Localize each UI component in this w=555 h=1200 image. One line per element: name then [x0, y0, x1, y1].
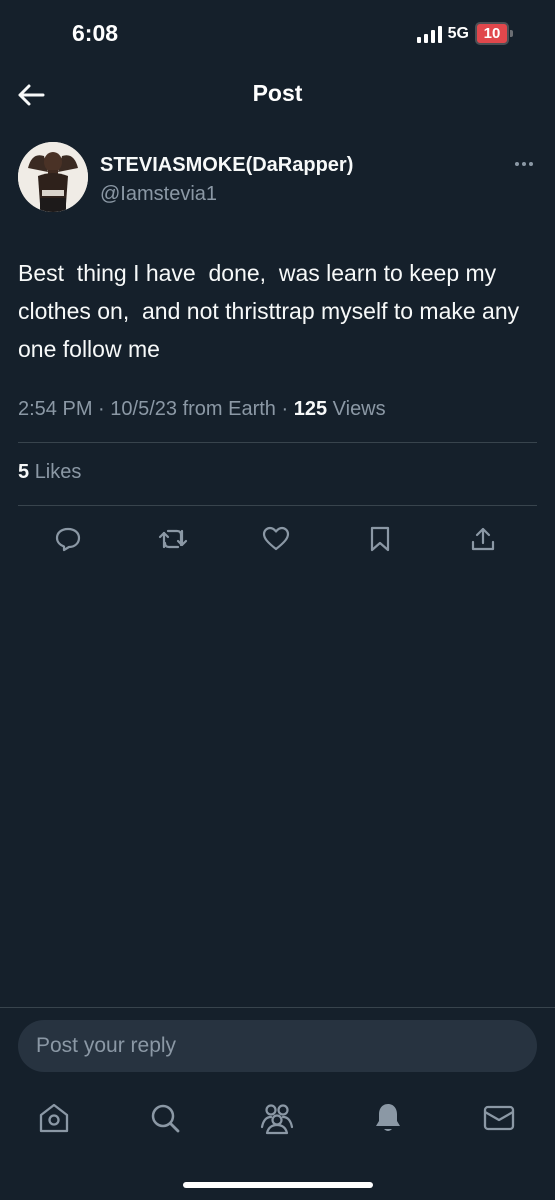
- tab-home[interactable]: [34, 1096, 74, 1140]
- post-time: 2:54 PM: [18, 398, 93, 420]
- battery-level: 10: [475, 22, 509, 45]
- author-display-name[interactable]: STEVIASMOKE(DaRapper): [100, 154, 353, 177]
- repost-icon: [158, 529, 188, 549]
- author-handle[interactable]: @Iamstevia1: [100, 183, 217, 206]
- tab-bar: [0, 1096, 555, 1144]
- post-header: Post: [0, 64, 555, 124]
- network-type: 5G: [447, 24, 469, 42]
- reply-button[interactable]: [51, 522, 85, 556]
- communities-icon: [260, 1104, 294, 1135]
- notifications-icon: [376, 1104, 400, 1131]
- page-title: Post: [252, 80, 303, 106]
- post-date: 10/5/23: [110, 398, 177, 420]
- status-time: 6:08: [72, 20, 119, 46]
- repost-button[interactable]: [156, 522, 190, 556]
- likes-count-link[interactable]: 5 Likes: [18, 461, 81, 484]
- like-icon: [262, 526, 290, 551]
- avatar-image: [18, 142, 88, 212]
- post-actions: [18, 522, 537, 558]
- divider: [0, 1007, 555, 1008]
- more-options-button[interactable]: [511, 154, 537, 174]
- reply-icon: [55, 527, 81, 552]
- share-button[interactable]: [466, 522, 500, 556]
- post-detail: STEVIASMOKE(DaRapper) @Iamstevia1 Best t…: [18, 142, 537, 552]
- tab-search[interactable]: [145, 1096, 185, 1140]
- bookmark-button[interactable]: [363, 522, 397, 556]
- tab-notifications[interactable]: [368, 1096, 408, 1140]
- home-icon: [39, 1103, 69, 1133]
- views-count[interactable]: 125: [294, 398, 327, 420]
- battery-icon: 10: [475, 22, 513, 45]
- post-meta: 2:54 PM · 10/5/23 from Earth · 125 Views: [18, 398, 386, 420]
- more-dots-icon: [515, 162, 519, 166]
- status-bar: 6:08 5G 10: [0, 0, 555, 64]
- search-icon: [151, 1104, 180, 1133]
- tab-communities[interactable]: [257, 1096, 297, 1140]
- tab-messages[interactable]: [479, 1096, 519, 1140]
- reply-box[interactable]: [18, 1020, 537, 1072]
- messages-icon: [483, 1105, 515, 1131]
- reply-input[interactable]: [36, 1034, 519, 1058]
- likes-count: 5: [18, 461, 30, 483]
- like-button[interactable]: [259, 522, 293, 556]
- home-indicator: [182, 1182, 373, 1188]
- divider: [18, 505, 537, 506]
- divider: [18, 442, 537, 443]
- views-label: Views: [332, 398, 386, 420]
- likes-label: Likes: [34, 461, 82, 483]
- share-icon: [471, 527, 495, 551]
- author-row: STEVIASMOKE(DaRapper) @Iamstevia1: [18, 142, 537, 218]
- post-source: from Earth: [182, 398, 276, 420]
- post-text: Best thing I have done, was learn to kee…: [18, 260, 526, 362]
- cellular-signal-icon: [416, 25, 442, 43]
- avatar[interactable]: [18, 142, 88, 212]
- status-indicators: 5G 10: [416, 22, 513, 45]
- bookmark-icon: [370, 526, 390, 552]
